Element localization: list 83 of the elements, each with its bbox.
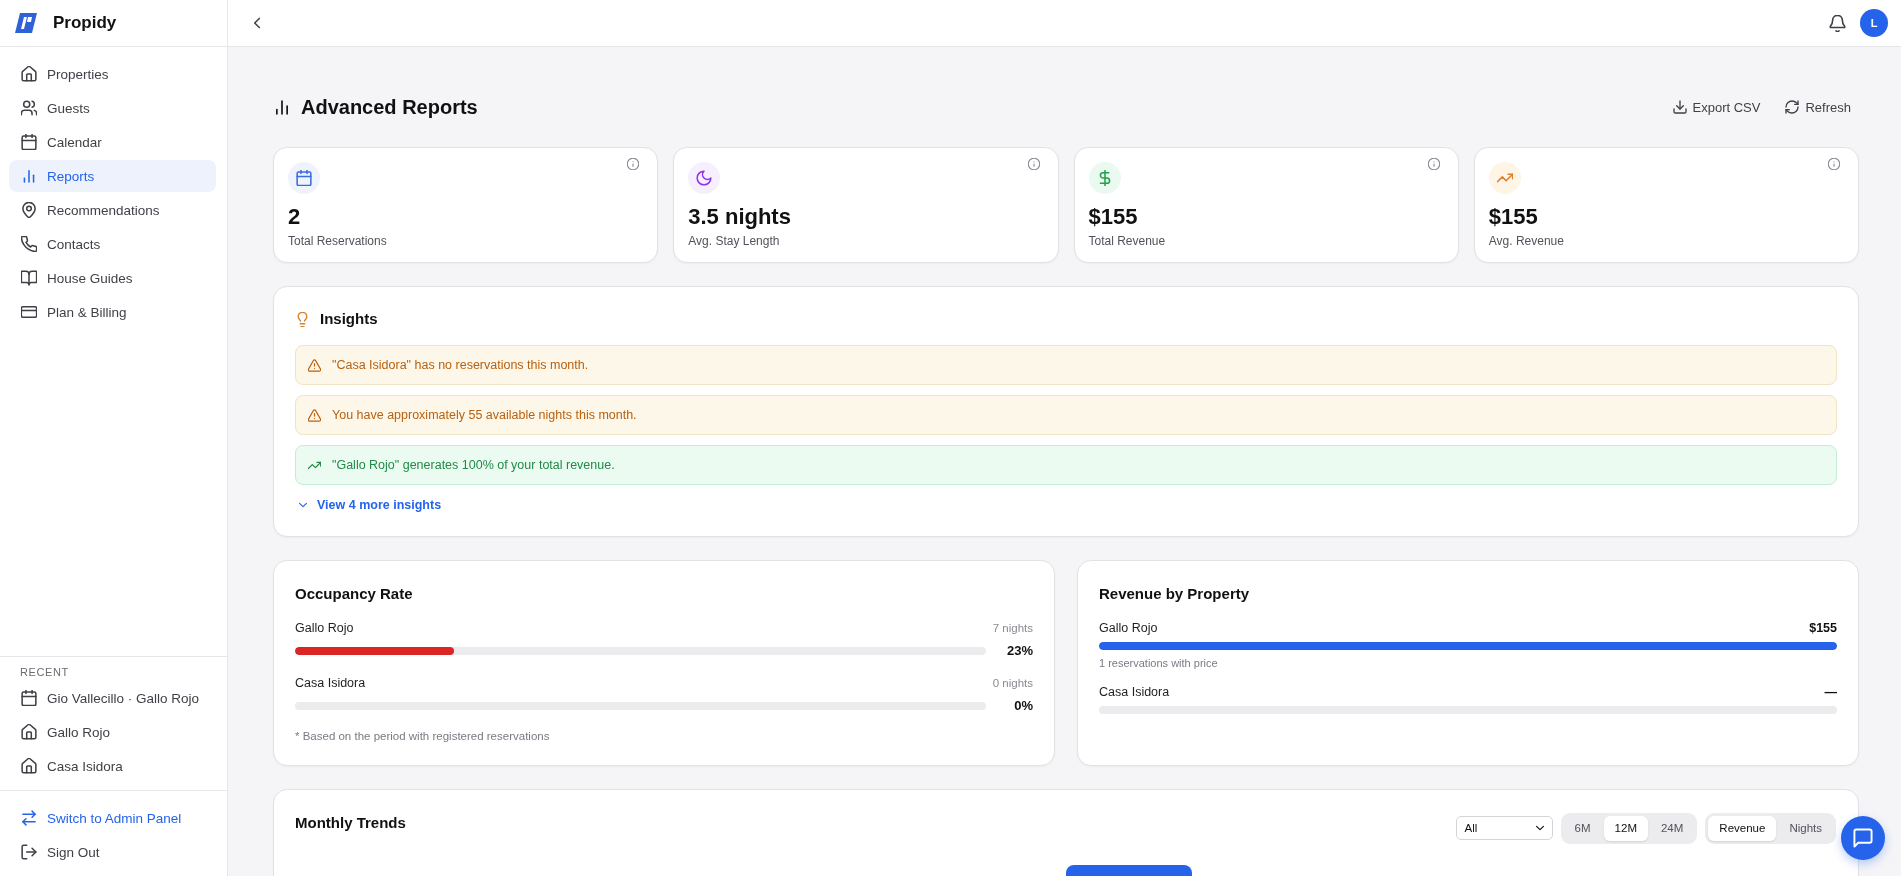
- house-icon: [21, 758, 37, 774]
- refresh-icon: [1785, 100, 1800, 114]
- property-name: Casa Isidora: [295, 675, 366, 691]
- metric-tab[interactable]: Revenue: [1708, 815, 1777, 841]
- warning-icon: [308, 408, 321, 422]
- switch-link[interactable]: Switch to Admin Panel: [9, 802, 216, 834]
- user-avatar[interactable]: L: [1860, 9, 1888, 37]
- property-name: Casa Isidora: [1099, 684, 1170, 700]
- phone-icon: [21, 236, 37, 252]
- footnote: * Based on the period with registered reservations: [295, 729, 551, 743]
- chat-icon: [1853, 828, 1873, 848]
- revenue-detail: 1 reservations with price: [1099, 656, 1219, 670]
- recent-item[interactable]: Gallo Rojo: [9, 716, 216, 748]
- download-icon: [1672, 100, 1687, 114]
- revenue-amount: $155: [1809, 620, 1837, 636]
- percent-value: 23%: [1005, 642, 1033, 660]
- insight-text: "Casa Isidora" has no reservations this month.: [332, 357, 589, 373]
- info-icon[interactable]: [1828, 158, 1840, 170]
- nav-item[interactable]: Contacts: [9, 228, 216, 260]
- range-tab[interactable]: 24M: [1649, 815, 1695, 841]
- people-icon: [21, 100, 37, 116]
- stat-value: $155: [1488, 204, 1538, 230]
- calendar-icon: [21, 134, 37, 150]
- credit-card-icon: [21, 304, 37, 320]
- export-button[interactable]: Export CSV: [1664, 93, 1769, 121]
- brand-name: Propidy: [53, 13, 117, 33]
- metric-tab[interactable]: Nights: [1778, 815, 1833, 841]
- section-title: Revenue by Property: [1099, 584, 1251, 604]
- trend-up-icon: [1488, 162, 1521, 194]
- nav-item[interactable]: House Guides: [9, 262, 216, 294]
- dollar-icon: [1088, 162, 1121, 194]
- nights-count: 7 nights: [992, 621, 1033, 635]
- stat-label: Avg. Stay Length: [688, 234, 780, 249]
- calendar-icon: [21, 690, 37, 706]
- house-icon: [21, 66, 37, 82]
- insight-text: "Gallo Rojo" generates 100% of your total revenue.: [332, 457, 615, 473]
- recent-item[interactable]: Gio Vallecillo · Gallo Rojo: [9, 682, 216, 714]
- warning-icon: [308, 358, 321, 372]
- book-icon: [21, 270, 37, 286]
- refresh-button[interactable]: Refresh: [1777, 93, 1859, 121]
- info-icon[interactable]: [1027, 158, 1040, 170]
- logo-icon: [15, 13, 37, 33]
- range-tab[interactable]: 6M: [1563, 815, 1602, 841]
- calendar-icon: [288, 162, 320, 194]
- filter-select[interactable]: All: [1455, 816, 1553, 840]
- nav-item[interactable]: Plan & Billing: [9, 296, 216, 328]
- stat-label: Avg. Revenue: [1488, 234, 1564, 249]
- section-title: Monthly Trends: [295, 813, 406, 833]
- percent-value: 0%: [1013, 697, 1033, 715]
- section-title: Occupancy Rate: [295, 584, 414, 604]
- stat-label: Total Revenue: [1088, 234, 1166, 249]
- sign-out-link[interactable]: Sign Out: [9, 836, 216, 868]
- lightbulb-icon: [295, 311, 310, 327]
- sign-out-icon: [21, 844, 37, 860]
- stat-value: 3.5 nights: [688, 204, 791, 230]
- nav-item[interactable]: Properties: [9, 58, 216, 90]
- stat-value: $155: [1088, 204, 1138, 230]
- insight-text: You have approximately 55 available nights this month.: [332, 407, 637, 423]
- nav-item[interactable]: Guests: [9, 92, 216, 124]
- bar-chart-icon: [21, 168, 37, 184]
- info-icon[interactable]: [1427, 158, 1440, 170]
- stat-label: Total Reservations: [288, 234, 387, 249]
- view-more-link[interactable]: View 4 more insights: [295, 495, 442, 515]
- bar-chart-icon: [273, 98, 291, 116]
- recent-item[interactable]: Casa Isidora: [9, 750, 216, 782]
- map-pin-icon: [21, 202, 37, 218]
- section-title: Insights: [320, 309, 378, 329]
- nights-count: 0 nights: [992, 676, 1033, 690]
- house-icon: [21, 724, 37, 740]
- property-name: Gallo Rojo: [295, 620, 354, 636]
- property-name: Gallo Rojo: [1099, 620, 1158, 636]
- moon-icon: [688, 162, 721, 194]
- section-heading: RECENT: [20, 665, 69, 680]
- stat-value: 2: [288, 204, 301, 230]
- revenue-amount: —: [1824, 684, 1837, 700]
- swap-arrows-icon: [21, 810, 37, 826]
- nav-item[interactable]: Reports: [9, 160, 216, 192]
- nav-item[interactable]: Recommendations: [9, 194, 216, 226]
- page-title: Advanced Reports: [301, 95, 478, 120]
- info-icon[interactable]: [627, 158, 640, 170]
- bell-icon[interactable]: [1829, 14, 1846, 32]
- nav-item[interactable]: Calendar: [9, 126, 216, 158]
- range-tab[interactable]: 12M: [1603, 815, 1648, 841]
